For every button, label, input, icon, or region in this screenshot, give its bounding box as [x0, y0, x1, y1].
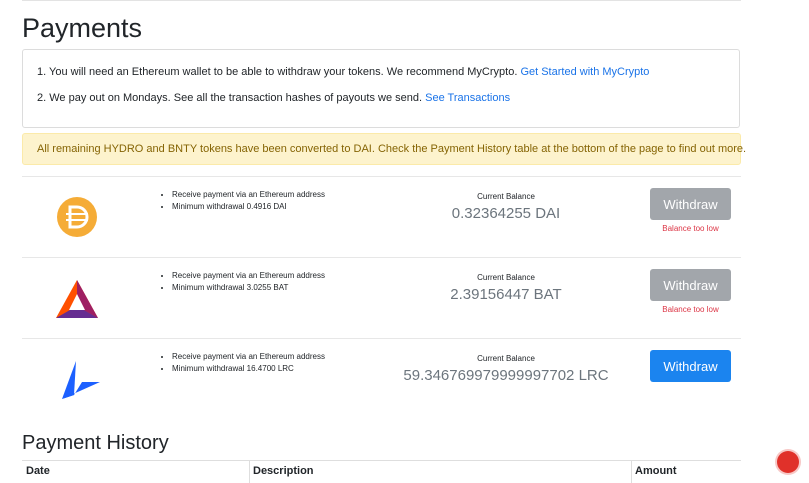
instructions-box: 1. You will need an Ethereum wallet to b…	[22, 49, 740, 128]
token-row-dai: Receive payment via an Ethereum address …	[22, 176, 741, 257]
balance-value: 59.346769979999997702 LRC	[403, 367, 609, 384]
detail-item: Minimum withdrawal 16.4700 LRC	[172, 363, 325, 375]
token-row-bat: Receive payment via an Ethereum address …	[22, 257, 741, 338]
balance-value: 2.39156447 BAT	[450, 286, 562, 303]
balance-label: Current Balance	[477, 354, 535, 363]
column-divider	[631, 461, 632, 483]
instruction-text-1: 1. You will need an Ethereum wallet to b…	[37, 66, 518, 78]
withdraw-bat-button[interactable]: Withdraw	[650, 269, 731, 301]
payment-history-header: Date Description Amount	[22, 460, 741, 483]
balance-error: Balance too low	[662, 224, 719, 233]
loopring-icon	[62, 361, 100, 399]
see-transactions-link[interactable]: See Transactions	[425, 92, 510, 104]
detail-item: Receive payment via an Ethereum address	[172, 189, 325, 201]
page-title: Payments	[22, 13, 143, 43]
conversion-alert: All remaining HYDRO and BNTY tokens have…	[22, 133, 746, 165]
balance-label: Current Balance	[477, 192, 535, 201]
column-header-amount: Amount	[635, 465, 677, 477]
detail-item: Minimum withdrawal 3.0255 BAT	[172, 282, 325, 294]
column-header-description: Description	[253, 465, 314, 477]
top-divider	[22, 0, 741, 1]
column-header-date: Date	[26, 465, 50, 477]
token-details: Receive payment via an Ethereum address …	[160, 189, 325, 213]
chat-widget-button[interactable]	[777, 451, 799, 473]
balance-value: 0.32364255 DAI	[451, 205, 561, 222]
detail-item: Receive payment via an Ethereum address	[172, 351, 325, 363]
instruction-line-1: 1. You will need an Ethereum wallet to b…	[37, 66, 649, 78]
payment-history-title: Payment History	[22, 432, 169, 454]
bat-triangle-icon	[56, 280, 98, 318]
detail-item: Minimum withdrawal 0.4916 DAI	[172, 201, 325, 213]
dai-coin-icon	[57, 197, 97, 237]
token-details: Receive payment via an Ethereum address …	[160, 270, 325, 294]
balance-error: Balance too low	[662, 305, 719, 314]
token-details: Receive payment via an Ethereum address …	[160, 351, 325, 375]
withdraw-lrc-button[interactable]: Withdraw	[650, 350, 731, 382]
withdraw-dai-button[interactable]: Withdraw	[650, 188, 731, 220]
detail-item: Receive payment via an Ethereum address	[172, 270, 325, 282]
instruction-text-2: 2. We pay out on Mondays. See all the tr…	[37, 92, 423, 104]
instruction-line-2: 2. We pay out on Mondays. See all the tr…	[37, 92, 510, 104]
column-divider	[249, 461, 250, 483]
token-row-lrc: Receive payment via an Ethereum address …	[22, 338, 741, 419]
mycrypto-link[interactable]: Get Started with MyCrypto	[520, 66, 649, 78]
balance-label: Current Balance	[477, 273, 535, 282]
